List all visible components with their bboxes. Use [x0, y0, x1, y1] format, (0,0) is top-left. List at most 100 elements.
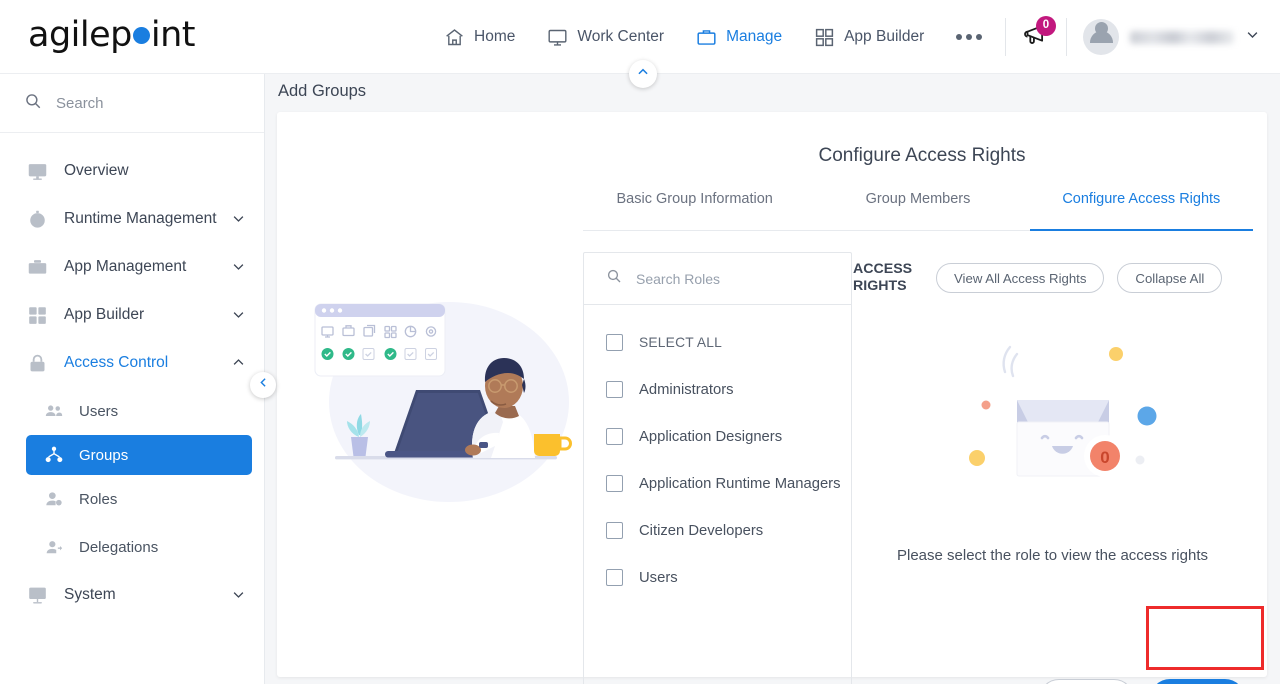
- nav-label-app-builder: App Builder: [844, 28, 925, 45]
- sidebar-item-roles[interactable]: Roles: [0, 475, 264, 523]
- user-divider: [1066, 18, 1067, 56]
- nav-label-manage: Manage: [726, 28, 783, 45]
- logo-text-left: agilep: [28, 15, 132, 55]
- sidebar-label-access-control: Access Control: [64, 354, 169, 371]
- role-row-citizen-developers[interactable]: Citizen Developers: [584, 507, 851, 554]
- sidebar-search[interactable]: [0, 74, 264, 133]
- nav-item-home[interactable]: Home: [428, 0, 531, 74]
- role-label: Citizen Developers: [639, 522, 764, 539]
- sidebar-label-system: System: [64, 586, 116, 603]
- empty-box-illustration: 0: [968, 345, 1156, 477]
- nav-item-work-center[interactable]: Work Center: [531, 0, 680, 74]
- grid-icon: [24, 305, 50, 326]
- briefcase-icon: [24, 257, 50, 278]
- role-label: Application Runtime Managers: [639, 475, 841, 492]
- sidebar-label-users: Users: [79, 402, 119, 420]
- sidebar-menu: Overview Runtime Management App Manageme…: [0, 133, 264, 619]
- sidebar-item-users[interactable]: Users: [0, 387, 264, 435]
- sidebar-label-overview: Overview: [64, 162, 129, 179]
- empty-box-badge-count: 0: [1100, 448, 1109, 467]
- role-row-users[interactable]: Users: [584, 554, 851, 601]
- search-roles-input[interactable]: [636, 270, 806, 287]
- checkbox-application-runtime-managers[interactable]: [606, 475, 623, 492]
- tab-group-members[interactable]: Group Members: [806, 191, 1029, 230]
- lock-icon: [24, 353, 50, 374]
- agilepoint-logo[interactable]: agilep int: [28, 14, 196, 56]
- dot-icon-3: [976, 34, 983, 40]
- nav-label-work-center: Work Center: [577, 28, 665, 45]
- sidebar-item-app-builder[interactable]: App Builder: [0, 291, 264, 339]
- chevron-down-icon[interactable]: [231, 587, 246, 604]
- chevron-up-icon[interactable]: [231, 355, 246, 372]
- user-badge-icon: [42, 489, 66, 509]
- home-icon: [444, 27, 465, 48]
- sidebar-label-delegations: Delegations: [79, 538, 159, 556]
- role-row-administrators[interactable]: Administrators: [584, 366, 851, 413]
- tab-label: Basic Group Information: [616, 191, 773, 207]
- sidebar-item-access-control[interactable]: Access Control: [0, 339, 264, 387]
- monitor-icon: [547, 27, 568, 48]
- finish-button[interactable]: Finish: [1150, 679, 1245, 684]
- nav-item-manage[interactable]: Manage: [680, 0, 798, 74]
- roles-list: SELECT ALL Administrators Application De…: [584, 305, 851, 601]
- tab-label: Group Members: [865, 191, 971, 207]
- clock-icon: [24, 209, 50, 230]
- tab-basic-group-information[interactable]: Basic Group Information: [583, 191, 806, 230]
- role-label: Application Designers: [639, 428, 783, 445]
- empty-state-message: Please select the role to view the acces…: [897, 547, 1208, 564]
- sidebar-label-roles: Roles: [79, 490, 118, 508]
- search-icon: [24, 92, 42, 115]
- role-row-select-all[interactable]: SELECT ALL: [584, 319, 851, 366]
- nav-label-home: Home: [474, 28, 516, 45]
- person-at-laptop-illustration: [297, 282, 583, 512]
- tab-label: Configure Access Rights: [1062, 191, 1221, 207]
- access-rights-panel: ACCESS RIGHTS View All Access Rights Col…: [852, 252, 1253, 684]
- page-title: Add Groups: [278, 82, 367, 100]
- role-label: Users: [639, 569, 678, 586]
- role-row-application-runtime-managers[interactable]: Application Runtime Managers: [584, 460, 851, 507]
- nav-item-app-builder[interactable]: App Builder: [798, 0, 940, 74]
- top-divider: [1005, 18, 1006, 56]
- sidebar-label-app-management: App Management: [64, 258, 187, 275]
- wizard-tabs: Basic Group Information Group Members Co…: [583, 191, 1254, 231]
- sidebar-item-overview[interactable]: Overview: [0, 147, 264, 195]
- chevron-down-icon[interactable]: [231, 259, 246, 276]
- search-input[interactable]: [56, 94, 226, 112]
- checkbox-users[interactable]: [606, 569, 623, 586]
- role-row-application-designers[interactable]: Application Designers: [584, 413, 851, 460]
- view-all-access-rights-button[interactable]: View All Access Rights: [936, 263, 1105, 293]
- wizard-card: Configure Access Rights Basic Group Info…: [277, 112, 1267, 684]
- collapse-all-button[interactable]: Collapse All: [1117, 263, 1223, 293]
- checkbox-administrators[interactable]: [606, 381, 623, 398]
- avatar-head-icon: [1094, 22, 1108, 35]
- app-root: agilep int Home Work Center Manage App B…: [0, 0, 1280, 684]
- access-rights-empty-state: 0 Please select the role to view the acc…: [852, 318, 1253, 564]
- roles-search[interactable]: [584, 253, 851, 305]
- nav-more-button[interactable]: [940, 0, 998, 74]
- sidebar-item-runtime-management[interactable]: Runtime Management: [0, 195, 264, 243]
- sidebar-item-system[interactable]: System: [0, 571, 264, 619]
- sidebar: Overview Runtime Management: [0, 74, 265, 684]
- cancel-button[interactable]: Cancel: [1039, 679, 1134, 684]
- user-menu[interactable]: [1079, 19, 1260, 55]
- dot-icon-1: [956, 34, 963, 40]
- chevron-down-icon[interactable]: [231, 211, 246, 228]
- chevron-down-icon[interactable]: [231, 307, 246, 324]
- announcements-button[interactable]: 0: [1018, 16, 1056, 55]
- group-network-icon: [42, 445, 66, 465]
- sidebar-item-app-management[interactable]: App Management: [0, 243, 264, 291]
- sidebar-label-groups: Groups: [79, 446, 129, 464]
- top-bar-right: 0: [993, 0, 1260, 74]
- chevron-up-icon: [636, 65, 650, 84]
- sidebar-item-delegations[interactable]: Delegations: [0, 523, 264, 571]
- access-rights-header: ACCESS RIGHTS View All Access Rights Col…: [852, 252, 1253, 304]
- checkbox-application-designers[interactable]: [606, 428, 623, 445]
- tab-configure-access-rights[interactable]: Configure Access Rights: [1029, 191, 1254, 231]
- panel-collapse-button[interactable]: [629, 60, 657, 88]
- sidebar-item-groups[interactable]: Groups: [26, 435, 252, 475]
- checkbox-citizen-developers[interactable]: [606, 522, 623, 539]
- checkbox-select-all[interactable]: [606, 334, 623, 351]
- roles-panel: SELECT ALL Administrators Application De…: [583, 252, 852, 684]
- sidebar-collapse-button[interactable]: [250, 372, 276, 398]
- avatar: [1083, 19, 1119, 55]
